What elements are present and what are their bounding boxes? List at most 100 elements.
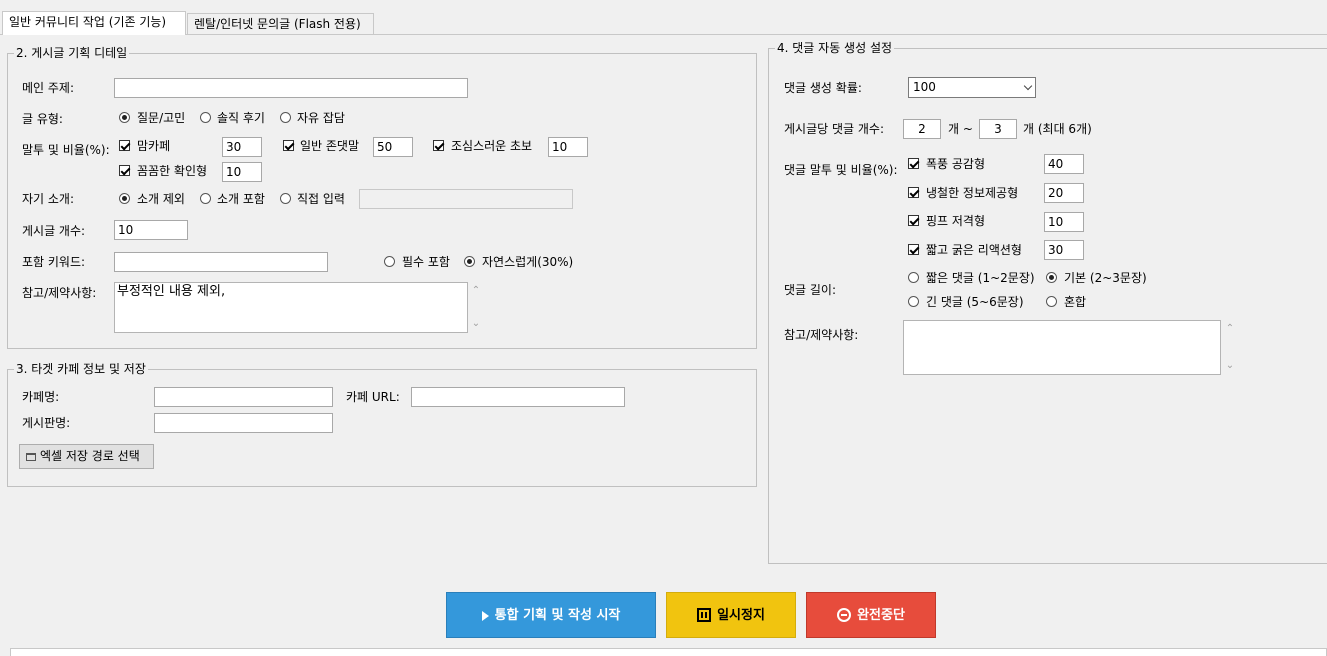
keyword-mode-required-label: 필수 포함	[402, 255, 450, 269]
tone-polite-label: 일반 존댓말	[300, 139, 360, 153]
comment-tone-empathy-ratio-input[interactable]: 40	[1044, 154, 1084, 174]
post-count-input[interactable]: 10	[114, 220, 188, 240]
tone-momcafe-ratio-input[interactable]: 30	[222, 137, 262, 157]
comment-length-radio-basic[interactable]	[1046, 272, 1057, 283]
post-type-radio-question[interactable]	[119, 112, 130, 123]
cafe-name-input[interactable]	[154, 387, 333, 407]
tab-bar: 일반 커뮤니티 작업 (기존 기능) 렌탈/인터넷 문의글 (Flash 전용)	[0, 0, 1327, 35]
tab-general-community[interactable]: 일반 커뮤니티 작업 (기존 기능)	[2, 11, 186, 35]
board-name-label: 게시판명:	[22, 416, 71, 430]
comment-count-label: 게시글당 댓글 개수:	[784, 122, 884, 136]
comment-length-label: 댓글 길이:	[784, 283, 837, 297]
play-icon	[481, 610, 489, 621]
tone-momcafe-label: 맘카페	[137, 139, 171, 153]
notes-textarea[interactable]: 부정적인 내용 제외,	[114, 282, 468, 333]
comment-length-basic-label: 기본 (2~3문장)	[1064, 271, 1147, 285]
start-button-label: 통합 기획 및 작성 시작	[494, 608, 621, 623]
comment-settings-title: 4. 댓글 자동 생성 설정	[775, 41, 895, 55]
comment-length-radio-short[interactable]	[908, 272, 919, 283]
comment-count-max-input[interactable]: 3	[979, 119, 1017, 139]
tone-checkbox-polite[interactable]	[283, 140, 294, 151]
comment-tone-checkbox-info[interactable]	[908, 187, 919, 198]
self-intro-radio-custom[interactable]	[280, 193, 291, 204]
comment-length-radio-mixed[interactable]	[1046, 296, 1057, 307]
self-intro-radio-exclude[interactable]	[119, 193, 130, 204]
tone-thorough-ratio-input[interactable]: 10	[222, 162, 262, 182]
comment-length-short-label: 짧은 댓글 (1~2문장)	[926, 271, 1035, 285]
main-topic-label: 메인 주제:	[22, 81, 75, 95]
tone-label: 말투 및 비율(%):	[22, 143, 110, 157]
board-name-input[interactable]	[154, 413, 333, 433]
self-intro-label: 자기 소개:	[22, 192, 75, 206]
post-type-review-label: 솔직 후기	[217, 111, 265, 125]
comment-tone-info-label: 냉철한 정보제공형	[926, 186, 1019, 200]
post-type-radio-review[interactable]	[200, 112, 211, 123]
excel-path-button-label: 엑셀 저장 경로 선택	[40, 449, 140, 463]
comment-tone-reaction-ratio-input[interactable]: 30	[1044, 240, 1084, 260]
pause-button[interactable]: 일시정지	[666, 592, 796, 638]
tone-checkbox-thorough[interactable]	[119, 165, 130, 176]
tab-rental-internet[interactable]: 렌탈/인터넷 문의글 (Flash 전용)	[187, 13, 374, 35]
cafe-name-label: 카페명:	[22, 390, 60, 404]
comment-probability-select[interactable]: 100	[908, 77, 1036, 98]
keyword-input[interactable]	[114, 252, 328, 272]
log-panel	[10, 648, 1327, 656]
scroll-up-icon[interactable]: ⌃	[468, 286, 484, 296]
comment-count-separator: 개 ~	[948, 122, 973, 136]
tone-thorough-label: 꼼꼼한 확인형	[137, 164, 208, 178]
keyword-mode-natural-label: 자연스럽게(30%)	[482, 255, 574, 269]
post-type-question-label: 질문/고민	[137, 111, 186, 125]
scroll-down-icon[interactable]: ⌄	[468, 319, 484, 329]
tone-checkbox-cautious[interactable]	[433, 140, 444, 151]
comment-probability-value: 100	[913, 80, 936, 94]
comment-notes-label: 참고/제약사항:	[784, 328, 859, 342]
stop-button[interactable]: 완전중단	[806, 592, 936, 638]
comment-length-mixed-label: 혼합	[1064, 295, 1087, 309]
excel-path-button[interactable]: 엑셀 저장 경로 선택	[19, 444, 154, 469]
pause-icon	[697, 607, 712, 622]
self-intro-custom-input[interactable]	[359, 189, 573, 209]
post-type-label: 글 유형:	[22, 112, 63, 126]
keyword-mode-radio-natural[interactable]	[464, 256, 475, 267]
pause-button-label: 일시정지	[717, 608, 765, 623]
comment-tone-reaction-label: 짧고 굵은 리액션형	[926, 243, 1022, 257]
comment-count-min-input[interactable]: 2	[903, 119, 941, 139]
cafe-url-input[interactable]	[411, 387, 625, 407]
comment-tone-checkbox-sniper[interactable]	[908, 215, 919, 226]
comment-tone-sniper-ratio-input[interactable]: 10	[1044, 212, 1084, 232]
comment-tone-empathy-label: 폭풍 공감형	[926, 157, 986, 171]
notes-label: 참고/제약사항:	[22, 286, 97, 300]
comment-tone-sniper-label: 핑프 저격형	[926, 214, 986, 228]
keyword-label: 포함 키워드:	[22, 255, 86, 269]
post-type-chat-label: 자유 잡담	[297, 111, 345, 125]
main-topic-input[interactable]	[114, 78, 468, 98]
comment-count-suffix: 개 (최대 6개)	[1023, 122, 1092, 136]
self-intro-radio-include[interactable]	[200, 193, 211, 204]
scroll-down-icon[interactable]: ⌄	[1222, 361, 1238, 371]
comment-tone-info-ratio-input[interactable]: 20	[1044, 183, 1084, 203]
stop-circle-icon	[837, 607, 852, 622]
self-intro-include-label: 소개 포함	[217, 192, 265, 206]
tone-polite-ratio-input[interactable]: 50	[373, 137, 413, 157]
target-cafe-title: 3. 타겟 카페 정보 및 저장	[14, 362, 148, 376]
comment-notes-scrollbar[interactable]: ⌃ ⌄	[1222, 320, 1238, 375]
self-intro-custom-label: 직접 입력	[297, 192, 345, 206]
comment-length-long-label: 긴 댓글 (5~6문장)	[926, 295, 1024, 309]
post-count-label: 게시글 개수:	[22, 224, 86, 238]
post-type-radio-chat[interactable]	[280, 112, 291, 123]
start-button[interactable]: 통합 기획 및 작성 시작	[446, 592, 656, 638]
comment-tone-label: 댓글 말투 및 비율(%):	[784, 163, 898, 177]
tone-checkbox-momcafe[interactable]	[119, 140, 130, 151]
folder-icon	[26, 452, 36, 461]
comment-tone-checkbox-empathy[interactable]	[908, 158, 919, 169]
tone-cautious-ratio-input[interactable]: 10	[548, 137, 588, 157]
comment-length-radio-long[interactable]	[908, 296, 919, 307]
comment-tone-checkbox-reaction[interactable]	[908, 244, 919, 255]
scroll-up-icon[interactable]: ⌃	[1222, 324, 1238, 334]
notes-scrollbar[interactable]: ⌃ ⌄	[468, 282, 484, 333]
chevron-down-icon	[1023, 81, 1033, 91]
target-cafe-group: 3. 타겟 카페 정보 및 저장	[7, 362, 757, 487]
keyword-mode-radio-required[interactable]	[384, 256, 395, 267]
comment-probability-label: 댓글 생성 확률:	[784, 81, 862, 95]
comment-notes-textarea[interactable]	[903, 320, 1221, 375]
